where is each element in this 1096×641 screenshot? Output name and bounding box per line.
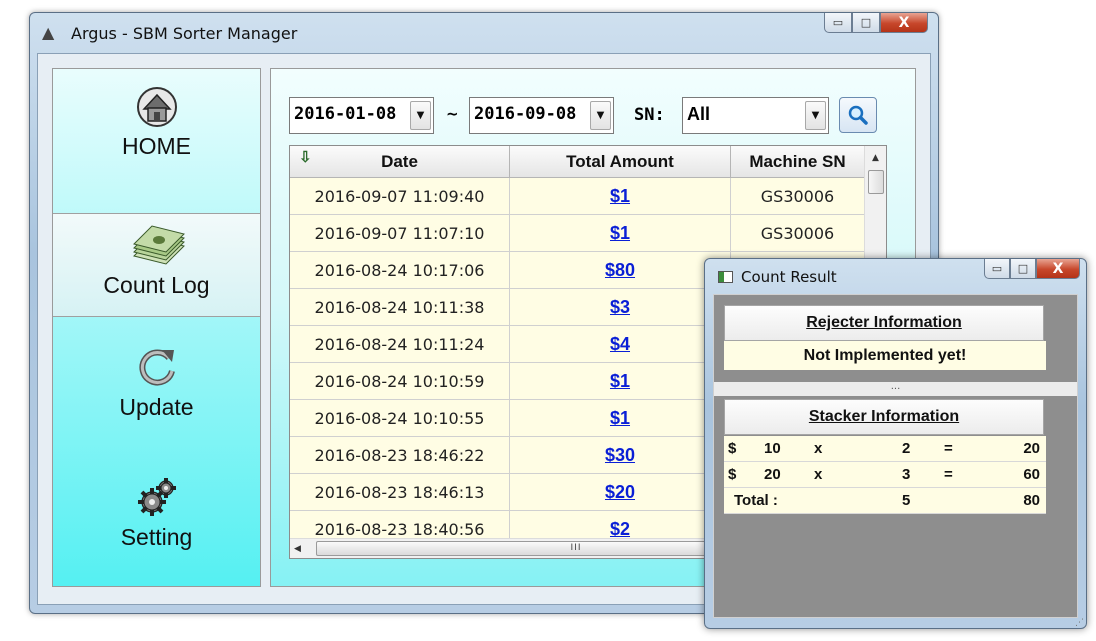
date-cell: 2016-08-24 10:17:06 bbox=[290, 252, 510, 289]
maximize-icon: □ bbox=[1017, 262, 1029, 275]
close-button[interactable]: X bbox=[880, 13, 928, 33]
dialog-client-area: Rejecter Information Not Implemented yet… bbox=[713, 294, 1078, 618]
amount-link[interactable]: $20 bbox=[510, 474, 731, 511]
amount-link[interactable]: $3 bbox=[510, 289, 731, 326]
amount-link[interactable]: $1 bbox=[510, 400, 731, 437]
sort-arrow-icon: ⇩ bbox=[299, 149, 312, 166]
amount-link[interactable]: $80 bbox=[510, 252, 731, 289]
home-icon bbox=[136, 87, 177, 127]
stacker-row: $ 20 x 3 = 60 bbox=[724, 462, 1046, 488]
machine-sn-cell: GS30006 bbox=[731, 178, 865, 215]
chevron-down-icon[interactable]: ▼ bbox=[410, 101, 431, 130]
search-icon bbox=[848, 105, 868, 125]
column-header-machine-sn[interactable]: Machine SN bbox=[731, 146, 865, 178]
dialog-app-icon bbox=[718, 271, 733, 283]
dialog-caption-buttons: ▭ □ X bbox=[984, 259, 1080, 285]
column-header-total-amount[interactable]: Total Amount bbox=[510, 146, 731, 178]
amount-link[interactable]: $1 bbox=[510, 178, 731, 215]
amount-link[interactable]: $4 bbox=[510, 326, 731, 363]
rejecter-message: Not Implemented yet! bbox=[803, 346, 967, 364]
machine-sn-cell: GS30006 bbox=[731, 215, 865, 252]
scroll-up-icon[interactable]: ▲ bbox=[867, 150, 884, 166]
dialog-title: Count Result bbox=[741, 268, 837, 286]
maximize-button[interactable]: □ bbox=[852, 13, 880, 33]
dialog-minimize-button[interactable]: ▭ bbox=[984, 259, 1010, 279]
nav-item-setting[interactable]: Setting bbox=[53, 474, 260, 578]
search-button[interactable] bbox=[839, 97, 877, 133]
nav-label-update: Update bbox=[119, 394, 194, 420]
total-count: 5 bbox=[902, 492, 911, 509]
date-cell: 2016-08-24 10:10:59 bbox=[290, 363, 510, 400]
nav-item-home[interactable]: HOME bbox=[53, 83, 260, 187]
window-title: Argus - SBM Sorter Manager bbox=[71, 24, 298, 43]
nav-label-home: HOME bbox=[122, 133, 191, 159]
date-cell: 2016-08-23 18:40:56 bbox=[290, 511, 510, 540]
app-icon: ▲ bbox=[42, 23, 55, 42]
date-from-picker[interactable]: 2016-01-08 ▼ bbox=[289, 97, 434, 134]
amount-link[interactable]: $2 bbox=[510, 511, 731, 540]
table-row[interactable]: 2016-09-07 11:07:10 $1 GS30006 bbox=[290, 215, 865, 252]
date-to-picker[interactable]: 2016-09-08 ▼ bbox=[469, 97, 614, 134]
close-icon: X bbox=[898, 14, 910, 31]
date-range-separator: ~ bbox=[446, 105, 459, 123]
chevron-down-icon[interactable]: ▼ bbox=[805, 101, 826, 130]
amount-link[interactable]: $1 bbox=[510, 215, 731, 252]
sn-select[interactable]: All ▼ bbox=[682, 97, 829, 134]
minimize-icon: ▭ bbox=[832, 16, 844, 29]
stacker-info-header: Stacker Information bbox=[724, 399, 1044, 435]
date-cell: 2016-08-24 10:11:38 bbox=[290, 289, 510, 326]
dialog-maximize-button[interactable]: □ bbox=[1010, 259, 1036, 279]
date-cell: 2016-09-07 11:07:10 bbox=[290, 215, 510, 252]
nav-label-count-log: Count Log bbox=[103, 272, 210, 298]
total-amount: 80 bbox=[1023, 492, 1040, 509]
refresh-icon bbox=[138, 349, 175, 386]
date-from-value: 2016-01-08 bbox=[294, 104, 397, 124]
splitter-grip: ... bbox=[890, 381, 901, 392]
nav-label-setting: Setting bbox=[120, 524, 193, 550]
date-cell: 2016-08-23 18:46:22 bbox=[290, 437, 510, 474]
rejecter-info-header: Rejecter Information bbox=[724, 305, 1044, 341]
total-label: Total : bbox=[734, 492, 778, 509]
maximize-icon: □ bbox=[860, 16, 872, 29]
close-icon: X bbox=[1052, 260, 1064, 277]
amount-link[interactable]: $30 bbox=[510, 437, 731, 474]
gears-icon bbox=[137, 478, 176, 516]
count-result-dialog: Count Result ▭ □ X Rejecter Information … bbox=[704, 258, 1087, 629]
caption-buttons: ▭ □ X bbox=[824, 13, 928, 39]
nav-item-update[interactable]: Update bbox=[53, 344, 260, 448]
money-stack-icon bbox=[132, 225, 185, 265]
minimize-button[interactable]: ▭ bbox=[824, 13, 852, 33]
vertical-scroll-thumb[interactable] bbox=[868, 170, 884, 194]
table-header: ⇩ Date Total Amount Machine SN bbox=[290, 146, 865, 178]
title-bar[interactable]: ▲ Argus - SBM Sorter Manager ▭ □ X bbox=[30, 13, 938, 53]
stacker-total-row: Total : 5 80 bbox=[724, 488, 1046, 514]
date-to-value: 2016-09-08 bbox=[474, 104, 577, 124]
minimize-icon: ▭ bbox=[991, 262, 1003, 275]
column-header-date[interactable]: ⇩ Date bbox=[290, 146, 510, 178]
scroll-left-icon[interactable]: ◀ bbox=[294, 541, 301, 557]
resize-grip-icon[interactable]: ⋰ bbox=[1075, 618, 1084, 628]
scroll-grip: III bbox=[570, 543, 582, 553]
filter-bar: 2016-01-08 ▼ ~ 2016-09-08 ▼ SN: All ▼ bbox=[289, 97, 889, 134]
table-row[interactable]: 2016-09-07 11:09:40 $1 GS30006 bbox=[290, 178, 865, 215]
stacker-info-body: $ 10 x 2 = 20 $ 20 x 3 = 60 Total : 5 80 bbox=[724, 436, 1046, 514]
stacker-row: $ 10 x 2 = 20 bbox=[724, 436, 1046, 462]
date-cell: 2016-08-23 18:46:13 bbox=[290, 474, 510, 511]
sn-label: SN: bbox=[634, 105, 665, 125]
nav-item-count-log[interactable]: Count Log bbox=[53, 213, 260, 317]
date-cell: 2016-08-24 10:10:55 bbox=[290, 400, 510, 437]
sidebar-nav: HOME Count Log Update Setting bbox=[52, 68, 261, 587]
amount-link[interactable]: $1 bbox=[510, 363, 731, 400]
rejecter-info-body: Not Implemented yet! bbox=[724, 341, 1046, 370]
date-cell: 2016-08-24 10:11:24 bbox=[290, 326, 510, 363]
sn-selected-value: All bbox=[687, 104, 711, 124]
date-cell: 2016-09-07 11:09:40 bbox=[290, 178, 510, 215]
dialog-close-button[interactable]: X bbox=[1036, 259, 1080, 279]
panel-splitter[interactable]: ... bbox=[714, 382, 1077, 396]
chevron-down-icon[interactable]: ▼ bbox=[590, 101, 611, 130]
